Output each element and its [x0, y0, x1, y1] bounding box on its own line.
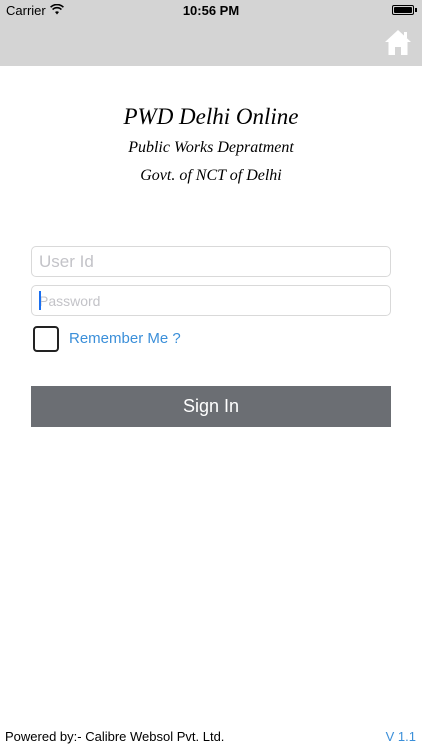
- text-cursor: [39, 291, 41, 310]
- password-field[interactable]: [31, 285, 391, 316]
- home-icon[interactable]: [382, 26, 414, 58]
- app-header: PWD Delhi Online Public Works Depratment…: [0, 100, 422, 190]
- remember-me-label[interactable]: Remember Me ?: [69, 330, 181, 347]
- government-name: Govt. of NCT of Delhi: [140, 167, 282, 184]
- powered-by-label: Powered by:- Calibre Websol Pvt. Ltd.: [5, 729, 225, 744]
- remember-me-checkbox[interactable]: [33, 326, 59, 352]
- department-name: Public Works Depratment: [128, 139, 294, 156]
- user-id-field[interactable]: [31, 246, 391, 277]
- nav-bar: [0, 22, 422, 66]
- app-title: PWD Delhi Online: [123, 104, 299, 129]
- sign-in-button[interactable]: Sign In: [31, 386, 391, 427]
- clock-time: 10:56 PM: [182, 3, 240, 18]
- battery-cap: [415, 8, 417, 12]
- user-id-input[interactable]: [32, 247, 390, 276]
- battery-icon: [392, 5, 414, 15]
- status-bar: Carrier 10:56 PM: [0, 0, 422, 22]
- password-input[interactable]: [32, 286, 390, 315]
- version-label: V 1.1: [385, 729, 416, 744]
